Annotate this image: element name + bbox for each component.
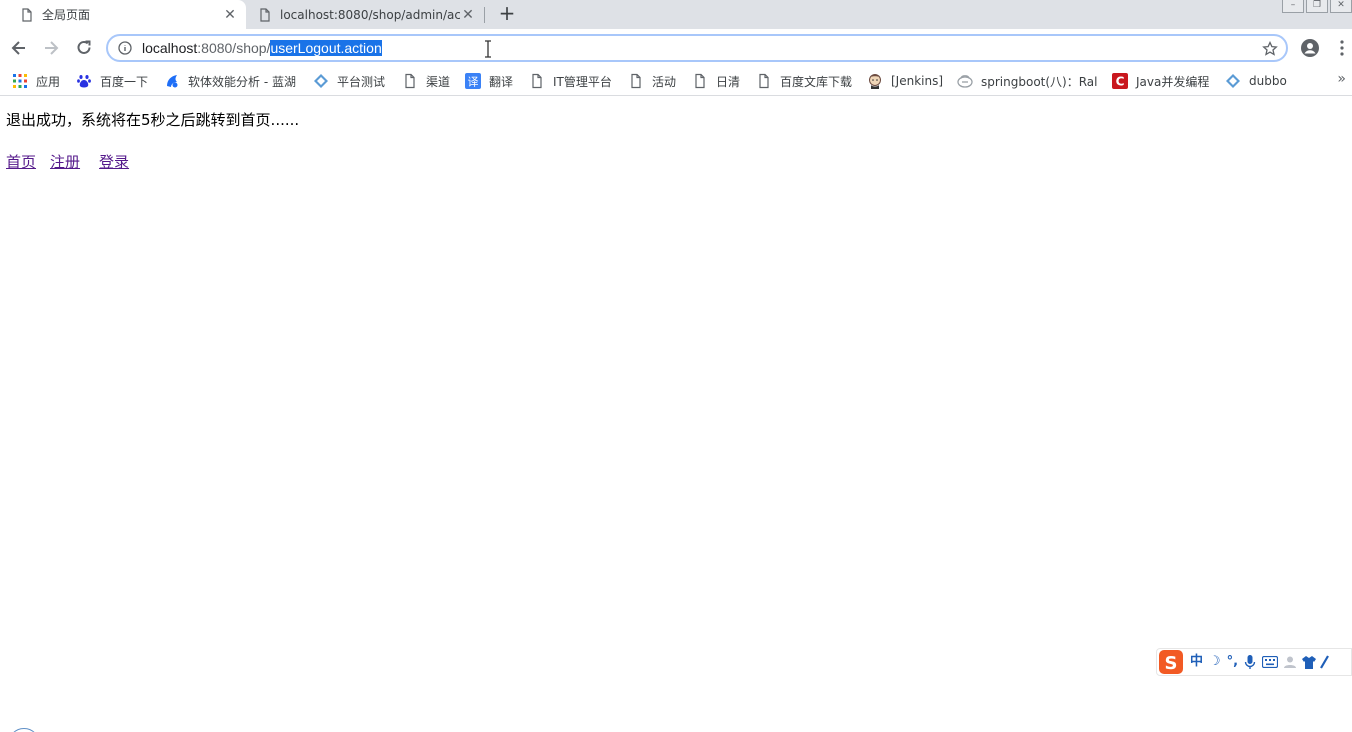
link-login[interactable]: 登录: [99, 153, 129, 171]
bookmark-label: 翻译: [489, 74, 514, 89]
svg-text:C: C: [1116, 75, 1125, 89]
page-icon: [405, 73, 415, 89]
bookmark-baidu[interactable]: 百度一下: [76, 72, 148, 90]
bookmark-label: 平台测试: [337, 74, 386, 89]
baidu-paw-icon: [77, 75, 91, 88]
ime-toolbar: S 中 ☽ °,: [1156, 648, 1352, 676]
bookmark-platform-test[interactable]: 平台测试: [313, 72, 385, 90]
page-icon: [22, 7, 32, 22]
jenkins-icon: [869, 74, 881, 89]
tab-active[interactable]: 全局页面 ✕: [0, 0, 246, 29]
page-content: 退出成功，系统将在5秒之后跳转到首页...... 首页 注册 登录: [0, 97, 1352, 732]
skin-shirt-icon[interactable]: [1302, 655, 1317, 669]
bookmark-apps[interactable]: 应用: [12, 72, 60, 90]
bookmark-label: 活动: [652, 74, 677, 89]
bookmark-jenkins[interactable]: [Jenkins]: [867, 72, 943, 90]
user-icon[interactable]: [1284, 655, 1298, 669]
text-cursor-icon: [485, 40, 491, 58]
page-icon: [532, 73, 542, 89]
link-register[interactable]: 注册: [50, 153, 80, 171]
more-bookmarks-icon[interactable]: »: [1337, 71, 1346, 87]
url-text[interactable]: localhost:8080/shop/userLogout.action: [142, 40, 382, 56]
csdn-icon: C: [1112, 73, 1128, 89]
bookmark-label: 软体效能分析 - 蓝湖: [188, 74, 296, 89]
tab-title: localhost:8080/shop/admin/ac: [280, 7, 460, 22]
bookmark-channel[interactable]: 渠道: [402, 72, 450, 90]
sogou-logo-icon[interactable]: S: [1158, 649, 1184, 675]
minimize-icon[interactable]: –: [1282, 0, 1304, 13]
ime-mode[interactable]: 中: [1190, 654, 1203, 670]
page-icon: [260, 7, 270, 22]
bookmark-wenku[interactable]: 百度文库下载: [756, 72, 852, 90]
bookmark-lanhu[interactable]: 软体效能分析 - 蓝湖: [164, 72, 296, 90]
bookmark-label: [Jenkins]: [891, 74, 944, 88]
bookmark-label: 应用: [36, 74, 61, 89]
toolbox-icon[interactable]: [1320, 655, 1330, 669]
diamond-icon: [314, 74, 328, 88]
close-icon[interactable]: ✕: [460, 7, 476, 23]
window-controls: – ❐ ✕: [1280, 0, 1352, 14]
link-home[interactable]: 首页: [6, 153, 36, 171]
url-path: :8080/shop/: [197, 40, 271, 56]
tab-separator: [484, 7, 485, 23]
bookmarks-bar: 应用 百度一下 软体效能分析 - 蓝湖 平台测试 渠道 译 翻译 IT管理平台 …: [0, 66, 1352, 96]
profile-icon[interactable]: [1300, 38, 1320, 58]
bookmark-label: Java并发编程: [1136, 74, 1210, 89]
svg-text:译: 译: [468, 76, 479, 89]
bookmark-label: 百度一下: [100, 74, 149, 89]
page-icon: [631, 73, 641, 89]
page-icon: [695, 73, 705, 89]
bookmark-label: dubbo: [1249, 74, 1287, 88]
bookmark-dubbo[interactable]: dubbo: [1225, 72, 1287, 90]
page-icon: [759, 73, 769, 89]
diamond-icon: [1226, 74, 1240, 88]
forward-arrow-icon[interactable]: [41, 38, 61, 58]
address-bar[interactable]: localhost:8080/shop/userLogout.action: [106, 34, 1288, 62]
bookmark-springboot[interactable]: springboot(八)：Ral: [957, 72, 1098, 90]
lanhu-icon: [167, 75, 178, 88]
apps-grid-icon: [13, 74, 27, 88]
svg-text:S: S: [1165, 653, 1178, 674]
logout-message: 退出成功，系统将在5秒之后跳转到首页......: [6, 111, 300, 129]
bookmark-translate[interactable]: 译 翻译: [465, 72, 513, 90]
close-icon[interactable]: ✕: [222, 7, 238, 23]
url-host: localhost: [142, 40, 198, 56]
browser-toolbar: localhost:8080/shop/userLogout.action: [0, 29, 1352, 66]
bookmark-label: 日清: [716, 74, 741, 89]
bookmark-label: springboot(八)：Ral: [981, 74, 1098, 89]
microphone-icon[interactable]: [1244, 654, 1256, 670]
bookmark-label: 百度文库下载: [780, 74, 853, 89]
nav-links: 首页 注册 登录: [6, 151, 143, 172]
tab-title: 全局页面: [42, 8, 91, 22]
close-window-icon[interactable]: ✕: [1330, 0, 1352, 13]
new-tab-button[interactable]: +: [497, 3, 517, 24]
bookmark-java-concurrency[interactable]: C Java并发编程: [1112, 72, 1209, 90]
bookmark-daily[interactable]: 日清: [692, 72, 740, 90]
menu-kebab-icon[interactable]: [1336, 39, 1348, 57]
spring-icon: [957, 75, 973, 88]
punctuation-icon[interactable]: °,: [1227, 654, 1238, 670]
tab-inactive[interactable]: localhost:8080/shop/admin/ac ✕: [250, 0, 484, 29]
tab-strip: 全局页面 ✕ localhost:8080/shop/admin/ac ✕ + …: [0, 0, 1352, 29]
url-selection: userLogout.action: [270, 40, 382, 56]
bookmark-label: IT管理平台: [553, 74, 612, 89]
bookmark-label: 渠道: [426, 74, 451, 89]
restore-icon[interactable]: ❐: [1306, 0, 1328, 13]
keyboard-icon[interactable]: [1262, 656, 1279, 668]
bookmark-star-icon[interactable]: [1262, 41, 1278, 57]
bookmark-it-platform[interactable]: IT管理平台: [529, 72, 612, 90]
back-arrow-icon[interactable]: [9, 38, 29, 58]
translate-icon: 译: [465, 73, 481, 89]
half-width-moon-icon[interactable]: ☽: [1209, 654, 1221, 670]
info-icon[interactable]: [118, 41, 132, 55]
reload-icon[interactable]: [74, 38, 94, 58]
bookmark-activity[interactable]: 活动: [628, 72, 676, 90]
